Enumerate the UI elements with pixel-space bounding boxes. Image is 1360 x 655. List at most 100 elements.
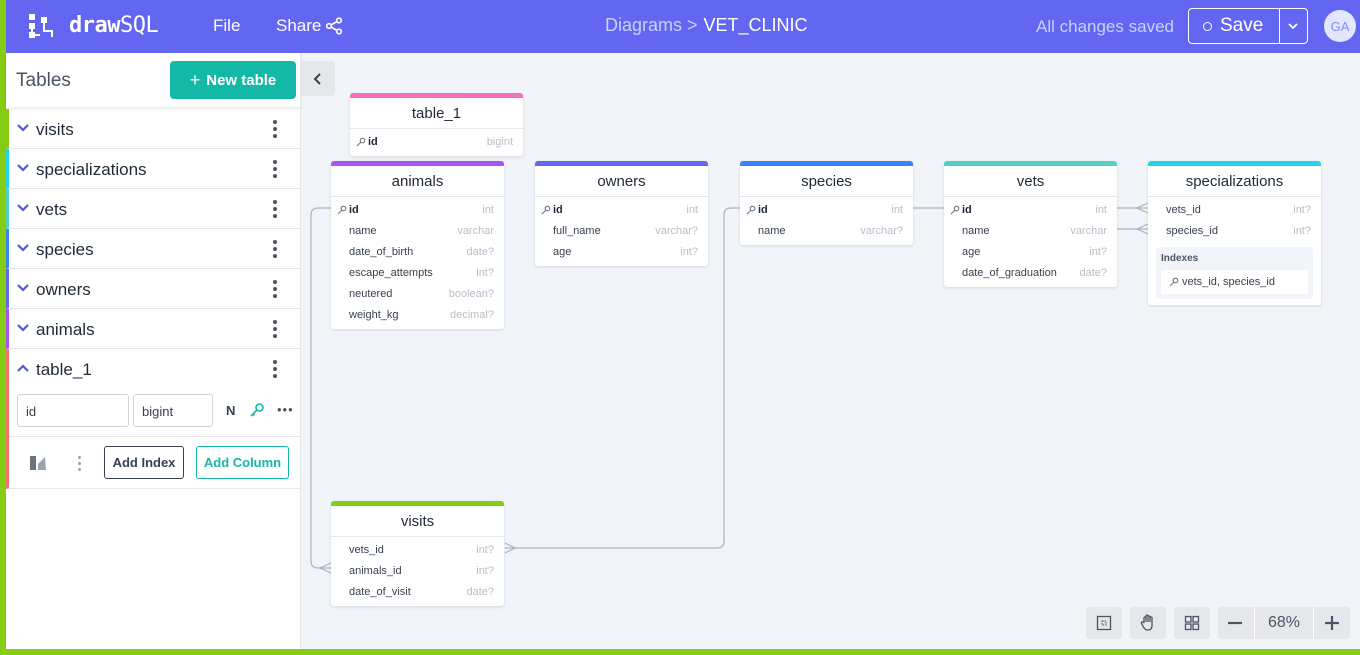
column-row[interactable]: id bigint <box>350 131 523 152</box>
zoom-in-icon[interactable] <box>1323 615 1341 631</box>
column-order-icon[interactable] <box>29 454 47 472</box>
chevron-down-icon[interactable] <box>17 163 29 173</box>
table-card-owners[interactable]: owners id int full_name varchar? age int… <box>535 161 708 266</box>
column-row[interactable]: id int <box>535 199 708 220</box>
more-vertical-icon[interactable] <box>273 160 277 178</box>
key-icon[interactable] <box>249 402 265 418</box>
add-index-button[interactable]: Add Index <box>104 446 184 479</box>
brand-text: draw <box>69 13 120 38</box>
relation-species-specializations-crowfoot <box>1135 223 1149 235</box>
sidebar-item-table-1[interactable]: table_1 <box>6 349 301 389</box>
relation-species-visits-crowfoot <box>504 542 517 554</box>
chevron-down-icon[interactable] <box>17 203 29 213</box>
breadcrumb-current[interactable]: VET_CLINIC <box>704 15 808 35</box>
more-vertical-icon[interactable] <box>273 320 277 338</box>
chevron-down-icon[interactable] <box>17 283 29 293</box>
table-card-table-1[interactable]: table_1 id bigint <box>350 93 523 156</box>
brand-suffix: SQL <box>119 13 159 38</box>
column-row[interactable]: id int <box>740 199 913 220</box>
column-type: date? <box>1079 267 1107 279</box>
zoom-out-icon[interactable] <box>1226 615 1244 631</box>
table-card-specializations[interactable]: specializations vets_id int? species_id … <box>1148 161 1321 305</box>
nullable-toggle[interactable]: N <box>226 403 235 418</box>
sidebar-item-vets[interactable]: vets <box>6 189 301 229</box>
table-card-animals[interactable]: animals id int name varchar date_of_birt… <box>331 161 504 329</box>
column-row[interactable]: weight_kg decimal? <box>331 304 504 325</box>
column-row[interactable]: age int? <box>944 241 1117 262</box>
column-type: int? <box>680 246 698 258</box>
column-name: species_id <box>1166 225 1218 237</box>
column-name: id <box>368 136 378 148</box>
file-menu[interactable]: File <box>213 16 240 36</box>
column-row[interactable]: animals_id int? <box>331 560 504 581</box>
sidebar-item-label: visits <box>36 120 74 139</box>
fit-view-button[interactable] <box>1086 607 1122 639</box>
column-row[interactable]: vets_id int? <box>331 539 504 560</box>
drawsql-logo-icon[interactable] <box>28 13 54 39</box>
add-column-button[interactable]: Add Column <box>196 446 289 479</box>
column-type: int? <box>1089 246 1107 258</box>
column-type: int <box>891 204 903 216</box>
column-row[interactable]: name varchar? <box>740 220 913 241</box>
column-row[interactable]: age int? <box>535 241 708 262</box>
column-row[interactable]: species_id int? <box>1148 220 1321 241</box>
grid-toggle-button[interactable] <box>1174 607 1210 639</box>
column-row[interactable]: date_of_birth date? <box>331 241 504 262</box>
column-type-input[interactable]: bigint <box>133 394 213 427</box>
sidebar-item-visits[interactable]: visits <box>6 109 301 149</box>
column-name: name <box>349 225 377 237</box>
column-name: age <box>553 246 572 258</box>
column-name-input[interactable]: id <box>17 394 129 427</box>
index-row[interactable]: vets_id, species_id <box>1161 270 1308 294</box>
column-name: neutered <box>349 288 393 300</box>
column-row[interactable]: vets_id int? <box>1148 199 1321 220</box>
column-row[interactable]: escape_attempts int? <box>331 262 504 283</box>
column-name: date_of_graduation <box>962 267 1057 279</box>
table-card-visits[interactable]: visits vets_id int? animals_id int? date… <box>331 501 504 606</box>
sidebar-item-label: vets <box>36 200 68 219</box>
column-row[interactable]: name varchar <box>944 220 1117 241</box>
share-menu[interactable]: Share <box>276 16 343 36</box>
new-table-button[interactable]: + New table <box>170 61 296 99</box>
more-vertical-icon[interactable] <box>273 120 277 138</box>
column-type: varchar <box>457 225 494 237</box>
table-card-species[interactable]: species id int name varchar? <box>740 161 913 245</box>
collapse-sidebar-button[interactable] <box>301 61 335 96</box>
column-name: id <box>962 204 972 216</box>
column-row[interactable]: id int <box>944 199 1117 220</box>
column-name: full_name <box>553 225 601 237</box>
column-name: id <box>349 204 359 216</box>
column-type: decimal? <box>449 309 494 321</box>
table-title: species <box>740 166 913 197</box>
column-row[interactable]: id int <box>331 199 504 220</box>
save-button[interactable]: Save <box>1188 8 1308 44</box>
sidebar-item-label: specializations <box>36 160 147 179</box>
pan-tool-button[interactable] <box>1130 607 1166 639</box>
column-row[interactable]: full_name varchar? <box>535 220 708 241</box>
column-name: vets_id <box>1166 204 1201 216</box>
chevron-up-icon[interactable] <box>17 363 29 373</box>
more-vertical-icon[interactable] <box>273 200 277 218</box>
more-horizontal-icon[interactable]: ••• <box>277 402 294 417</box>
sidebar-item-specializations[interactable]: specializations <box>6 149 301 189</box>
column-row[interactable]: date_of_visit date? <box>331 581 504 602</box>
more-vertical-icon[interactable] <box>273 240 277 258</box>
column-row[interactable]: name varchar <box>331 220 504 241</box>
sidebar-item-animals[interactable]: animals <box>6 309 301 349</box>
avatar[interactable]: GA <box>1324 10 1356 42</box>
chevron-down-icon[interactable] <box>1286 19 1300 33</box>
more-vertical-icon[interactable] <box>273 280 277 298</box>
breadcrumb-diagrams[interactable]: Diagrams > <box>605 15 698 35</box>
chevron-down-icon[interactable] <box>17 243 29 253</box>
more-vertical-icon[interactable] <box>78 456 81 474</box>
chevron-down-icon[interactable] <box>17 323 29 333</box>
table-card-vets[interactable]: vets id int name varchar age int? date_o… <box>944 161 1117 287</box>
more-vertical-icon[interactable] <box>273 360 277 378</box>
brand-name[interactable]: drawSQL <box>69 13 159 38</box>
column-row[interactable]: date_of_graduation date? <box>944 262 1117 283</box>
chevron-down-icon[interactable] <box>17 123 29 133</box>
table-title: animals <box>331 166 504 197</box>
sidebar-item-owners[interactable]: owners <box>6 269 301 309</box>
sidebar-item-species[interactable]: species <box>6 229 301 269</box>
column-row[interactable]: neutered boolean? <box>331 283 504 304</box>
